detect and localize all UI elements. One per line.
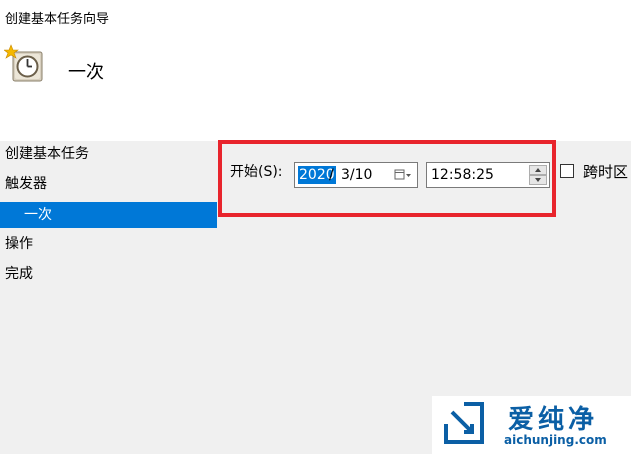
start-time-picker[interactable]: 12:58:25 — [426, 162, 550, 188]
date-separator: / — [329, 167, 334, 183]
sidebar-item-create-basic-task[interactable]: 创建基本任务 — [0, 141, 217, 167]
date-month-day-field[interactable]: 3/10 — [341, 166, 372, 184]
watermark-logo-icon — [444, 402, 484, 444]
start-date-picker[interactable]: 2020 / 3/10 — [294, 162, 418, 188]
watermark-brand: 爱纯净 — [508, 405, 599, 435]
calendar-dropdown-icon[interactable] — [393, 167, 413, 183]
sidebar-item-action[interactable]: 操作 — [0, 231, 217, 257]
timezone-checkbox[interactable] — [560, 164, 574, 178]
time-spin-down-button[interactable] — [529, 175, 547, 185]
task-scheduler-clock-icon — [3, 44, 44, 84]
start-label: 开始(S): — [230, 164, 283, 180]
sidebar-item-finish[interactable]: 完成 — [0, 261, 217, 287]
wizard-title: 创建基本任务向导 — [5, 12, 110, 27]
page-title: 一次 — [68, 62, 104, 83]
timezone-checkbox-label[interactable]: 跨时区 — [583, 161, 628, 182]
sidebar-item-trigger[interactable]: 触发器 — [0, 171, 217, 197]
watermark-url: aichunjing.com — [504, 433, 607, 447]
wizard-header: 创建基本任务向导 一次 — [0, 0, 631, 141]
watermark: 爱纯净 aichunjing.com — [432, 396, 631, 454]
time-spin-up-button[interactable] — [529, 165, 547, 175]
sidebar-item-one-time[interactable]: 一次 — [0, 202, 217, 228]
time-value[interactable]: 12:58:25 — [431, 166, 494, 184]
